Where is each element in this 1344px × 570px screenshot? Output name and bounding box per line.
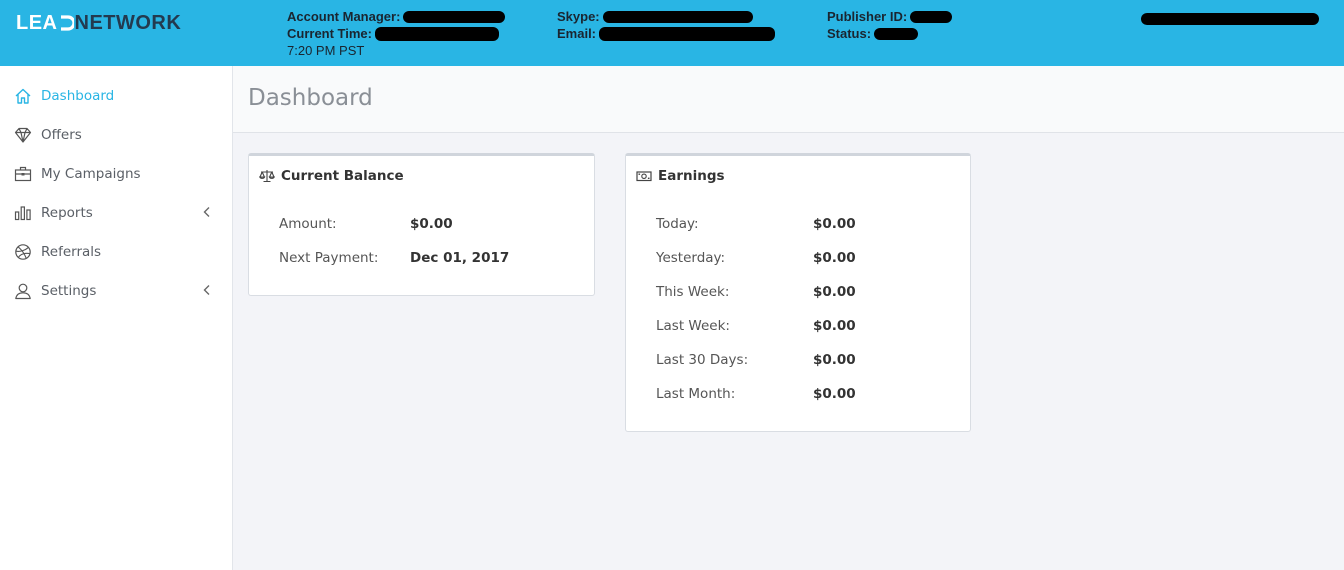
card-title: Earnings	[636, 168, 725, 184]
earnings-label-last-30-days: Last 30 Days:	[656, 352, 749, 368]
diamond-icon	[14, 126, 32, 144]
sidebar-item-dashboard[interactable]: Dashboard	[0, 76, 232, 115]
balance-scale-icon	[259, 169, 275, 183]
sidebar-item-label: Offers	[41, 126, 82, 143]
logo-text-part2: NETWORK	[74, 11, 182, 34]
page-header: Dashboard	[233, 66, 1344, 133]
earnings-label-last-week: Last Week:	[656, 318, 730, 334]
redacted-skype	[602, 10, 753, 23]
sidebar-item-reports[interactable]: Reports	[0, 193, 232, 232]
earnings-value-yesterday: $0.00	[813, 250, 856, 266]
sidebar: Dashboard Offers My Campaigns Reports Re…	[0, 66, 233, 570]
earnings-value-last-30-days: $0.00	[813, 352, 856, 368]
sidebar-item-label: Settings	[41, 282, 97, 299]
status-label: Status:	[827, 26, 872, 41]
earnings-label-this-week: This Week:	[656, 284, 730, 300]
user-icon	[14, 282, 32, 300]
amount-label: Amount:	[279, 216, 337, 232]
earnings-value-last-week: $0.00	[813, 318, 856, 334]
redacted-current-time	[375, 26, 499, 41]
sidebar-item-label: Dashboard	[41, 87, 115, 104]
redacted-publisher-id	[910, 10, 953, 23]
redacted-status	[874, 27, 919, 40]
logo-text-part1: LEA	[16, 11, 58, 34]
sidebar-item-label: Reports	[41, 204, 93, 221]
sidebar-item-offers[interactable]: Offers	[0, 115, 232, 154]
earnings-label-last-month: Last Month:	[656, 386, 736, 402]
sidebar-item-label: My Campaigns	[41, 165, 141, 182]
earnings-value-last-month: $0.00	[813, 386, 856, 402]
header-contact-column: Skype: Email:	[557, 8, 776, 42]
sidebar-item-settings[interactable]: Settings	[0, 271, 232, 310]
next-payment-label: Next Payment:	[279, 250, 379, 266]
logo-mark-icon	[60, 15, 74, 31]
earnings-value-this-week: $0.00	[813, 284, 856, 300]
page-title: Dashboard	[248, 85, 373, 111]
current-balance-title: Current Balance	[281, 168, 404, 184]
money-icon	[636, 169, 652, 183]
bar-chart-icon	[14, 204, 32, 222]
redacted-account-manager	[403, 10, 506, 23]
briefcase-icon	[14, 165, 32, 183]
dribbble-icon	[14, 243, 32, 261]
earnings-value-today: $0.00	[813, 216, 856, 232]
earnings-label-today: Today:	[656, 216, 699, 232]
earnings-card: Earnings Today: $0.00 Yesterday: $0.00 T…	[625, 153, 971, 432]
current-time-label: Current Time:	[287, 26, 372, 41]
redacted-user-name	[1141, 13, 1319, 25]
chevron-left-icon	[203, 285, 210, 295]
card-title: Current Balance	[259, 168, 404, 184]
current-balance-card: Current Balance Amount: $0.00 Next Payme…	[248, 153, 595, 296]
home-icon	[14, 87, 32, 105]
sidebar-item-referrals[interactable]: Referrals	[0, 232, 232, 271]
earnings-title: Earnings	[658, 168, 725, 184]
sidebar-item-my-campaigns[interactable]: My Campaigns	[0, 154, 232, 193]
next-payment-value: Dec 01, 2017	[410, 250, 510, 266]
brand-logo[interactable]: LEA NETWORK	[16, 11, 181, 35]
redacted-email	[599, 26, 776, 41]
sidebar-item-label: Referrals	[41, 243, 102, 260]
header-user-menu[interactable]	[1141, 10, 1319, 29]
amount-value: $0.00	[410, 216, 453, 232]
header-publisher-column: Publisher ID: Status:	[827, 8, 953, 42]
email-label: Email:	[557, 26, 597, 41]
account-manager-label: Account Manager:	[287, 9, 401, 24]
publisher-id-label: Publisher ID:	[827, 9, 908, 24]
header-account-column: Account Manager: Current Time: 7:20 PM P…	[287, 8, 506, 59]
current-time-value: 7:20 PM PST	[287, 43, 365, 58]
top-header: LEA NETWORK Account Manager: Current Tim…	[0, 0, 1344, 66]
earnings-label-yesterday: Yesterday:	[656, 250, 726, 266]
chevron-left-icon	[203, 207, 210, 217]
skype-label: Skype:	[557, 9, 600, 24]
